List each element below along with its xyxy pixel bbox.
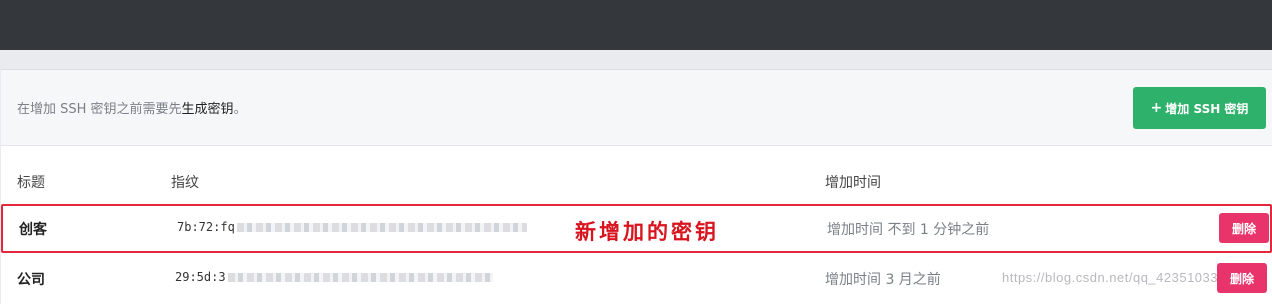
key-fingerprint: 29:5d:3: [175, 270, 493, 284]
redacted-fingerprint: [227, 273, 493, 282]
key-added-time: 增加时间 3 月之前: [825, 272, 941, 288]
delete-button[interactable]: 删除: [1217, 263, 1267, 293]
table-row: 创客 7b:72:fq 新增加的密钥 增加时间 不到 1 分钟之前 删除: [1, 204, 1272, 253]
delete-button[interactable]: 删除: [1219, 213, 1269, 243]
key-added-time: 增加时间 不到 1 分钟之前: [827, 222, 990, 238]
redacted-fingerprint: [236, 223, 527, 232]
new-key-annotation: 新增加的密钥: [575, 219, 719, 244]
generate-key-notice: 在增加 SSH 密钥之前需要先生成密钥。 + 增加 SSH 密钥: [1, 70, 1272, 146]
key-fingerprint: 7b:72:fq: [177, 220, 527, 234]
top-navigation-bar: [0, 0, 1272, 50]
notice-suffix: 。: [233, 102, 247, 117]
header-title: 标题: [17, 175, 45, 191]
plus-icon: +: [1150, 100, 1163, 116]
generate-key-link[interactable]: 生成密钥: [182, 102, 234, 117]
fingerprint-text: 7b:72:fq: [177, 220, 235, 234]
header-added-time: 增加时间: [825, 175, 881, 191]
key-title: 创客: [19, 222, 47, 238]
notice-prefix: 在增加 SSH 密钥之前需要先: [17, 102, 182, 117]
table-header: 标题 指纹 增加时间: [1, 166, 1272, 196]
add-ssh-key-label: 增加 SSH 密钥: [1165, 101, 1249, 116]
ssh-keys-panel: 在增加 SSH 密钥之前需要先生成密钥。 + 增加 SSH 密钥 标题 指纹 增…: [1, 69, 1272, 304]
key-title: 公司: [17, 272, 45, 288]
header-fingerprint: 指纹: [171, 175, 199, 191]
watermark: https://blog.csdn.net/qq_42351033: [1002, 270, 1218, 285]
add-ssh-key-button[interactable]: + 增加 SSH 密钥: [1133, 87, 1266, 129]
fingerprint-text: 29:5d:3: [175, 270, 226, 284]
notice-text: 在增加 SSH 密钥之前需要先生成密钥。: [17, 98, 247, 117]
